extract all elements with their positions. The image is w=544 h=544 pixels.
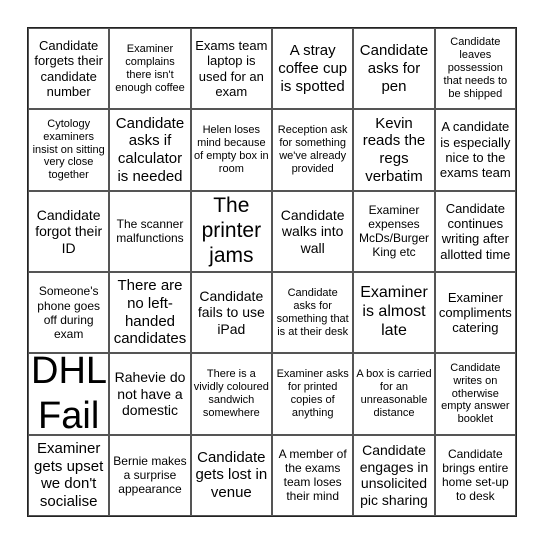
- bingo-cell[interactable]: The scanner malfunctions: [109, 190, 191, 272]
- bingo-cell-text: Candidate leaves possession that needs t…: [443, 36, 508, 101]
- bingo-cell[interactable]: Examiner gets upset we don't socialise: [28, 434, 110, 516]
- bingo-cell-text: Kevin reads the regs verbatim: [362, 114, 426, 185]
- bingo-cell[interactable]: Candidate engages in unsolicited pic sha…: [353, 434, 435, 516]
- bingo-cell[interactable]: DHL Fail: [28, 353, 110, 435]
- bingo-cell[interactable]: There are no left-handed candidates: [109, 272, 191, 354]
- bingo-cell-text: Examiner asks for printed copies of anyt…: [276, 368, 349, 419]
- bingo-cell-text: Candidate asks for something that is at …: [276, 286, 349, 338]
- bingo-cell[interactable]: Examiner compliments catering: [434, 272, 516, 354]
- bingo-cell-text: There is a vividly coloured sandwich som…: [193, 368, 269, 419]
- bingo-cell-text: Candidate gets lost in venue: [195, 448, 268, 502]
- bingo-cell-text: Candidate forgets their candidate number: [34, 38, 103, 99]
- bingo-cell[interactable]: Rahevie do not have a domestic: [109, 353, 191, 435]
- bingo-cell[interactable]: A stray coffee cup is spotted: [272, 28, 354, 110]
- bingo-cell-text: The printer jams: [201, 194, 262, 267]
- bingo-cell-text: Candidate continues writing after allott…: [440, 200, 511, 262]
- bingo-cell-text: Examiner expenses McDs/Burger King etc: [358, 203, 429, 260]
- bingo-cell[interactable]: Candidate asks for pen: [353, 28, 435, 110]
- bingo-cell[interactable]: Candidate walks into wall: [272, 190, 354, 272]
- bingo-cell-text: Candidate fails to use iPad: [197, 287, 265, 337]
- bingo-cell-text: A member of the exams team loses their m…: [278, 447, 347, 504]
- bingo-cell-text: The scanner malfunctions: [116, 217, 184, 246]
- bingo-cell-text: Candidate brings entire home set-up to d…: [441, 447, 509, 504]
- bingo-cell-text: Someone's phone goes off during exam: [37, 284, 101, 341]
- bingo-cell-text: Candidate asks for pen: [359, 42, 429, 95]
- bingo-cell[interactable]: Bernie makes a surprise appearance: [109, 434, 191, 516]
- bingo-cell-text: Candidate asks if calculator is needed: [115, 114, 185, 185]
- bingo-cell-text: Candidate walks into wall: [280, 206, 345, 256]
- bingo-cell[interactable]: Candidate forgot their ID: [28, 190, 110, 272]
- bingo-cell[interactable]: Candidate asks if calculator is needed: [109, 109, 191, 191]
- bingo-cell[interactable]: Candidate asks for something that is at …: [272, 272, 354, 354]
- bingo-cell[interactable]: Cytology examiners insist on sitting ver…: [28, 109, 110, 191]
- bingo-cell-text: A candidate is especially nice to the ex…: [439, 119, 511, 181]
- bingo-cell[interactable]: Candidate leaves possession that needs t…: [434, 28, 516, 110]
- bingo-cell[interactable]: Reception ask for something we've alread…: [272, 109, 354, 191]
- bingo-cell-text: Examiner gets upset we don't socialise: [34, 439, 104, 511]
- bingo-cell[interactable]: There is a vividly coloured sandwich som…: [190, 353, 272, 435]
- bingo-cell[interactable]: The printer jams: [190, 190, 272, 272]
- bingo-cell[interactable]: Examiner asks for printed copies of anyt…: [272, 353, 354, 435]
- bingo-cell[interactable]: Examiner complains there isn't enough co…: [109, 28, 191, 110]
- bingo-cell-text: Examiner compliments catering: [438, 289, 512, 336]
- bingo-cell[interactable]: Candidate fails to use iPad: [190, 272, 272, 354]
- bingo-cell[interactable]: Candidate writes on otherwise empty answ…: [434, 353, 516, 435]
- bingo-cell-text: Rahevie do not have a domestic: [114, 369, 186, 419]
- bingo-cell[interactable]: Candidate brings entire home set-up to d…: [434, 434, 516, 516]
- bingo-card: Candidate forgets their candidate number…: [27, 27, 517, 517]
- bingo-cell-text: Exams team laptop is used for an exam: [195, 38, 268, 99]
- bingo-cell[interactable]: Candidate gets lost in venue: [190, 434, 272, 516]
- bingo-cell-text: There are no left-handed candidates: [113, 277, 187, 348]
- bingo-cell-text: Helen loses mind because of empty box in…: [194, 124, 269, 175]
- bingo-cell[interactable]: A candidate is especially nice to the ex…: [434, 109, 516, 191]
- bingo-cell-text: Candidate forgot their ID: [35, 206, 103, 256]
- bingo-cell-text: A stray coffee cup is spotted: [278, 42, 348, 95]
- bingo-cell-text: Examiner complains there isn't enough co…: [115, 42, 185, 94]
- bingo-cell-text: Candidate writes on otherwise empty answ…: [441, 361, 510, 426]
- bingo-cell[interactable]: Candidate continues writing after allott…: [434, 190, 516, 272]
- bingo-cell-text: Candidate engages in unsolicited pic sha…: [359, 442, 429, 508]
- bingo-cell-text: A box is carried for an unreasonable dis…: [356, 368, 432, 419]
- bingo-cell-text: Bernie makes a surprise appearance: [113, 454, 187, 497]
- bingo-cell[interactable]: Examiner expenses McDs/Burger King etc: [353, 190, 435, 272]
- bingo-cell[interactable]: A member of the exams team loses their m…: [272, 434, 354, 516]
- bingo-cell[interactable]: Kevin reads the regs verbatim: [353, 109, 435, 191]
- bingo-cell-text: Cytology examiners insist on sitting ver…: [32, 117, 105, 182]
- bingo-cell[interactable]: Candidate forgets their candidate number: [28, 28, 110, 110]
- bingo-cell[interactable]: A box is carried for an unreasonable dis…: [353, 353, 435, 435]
- bingo-cell[interactable]: Helen loses mind because of empty box in…: [190, 109, 272, 191]
- bingo-cell[interactable]: Exams team laptop is used for an exam: [190, 28, 272, 110]
- bingo-cell-text: DHL Fail: [31, 353, 108, 435]
- bingo-cell[interactable]: Someone's phone goes off during exam: [28, 272, 110, 354]
- bingo-cell-text: Reception ask for something we've alread…: [277, 124, 348, 175]
- bingo-cell[interactable]: Examiner is almost late: [353, 272, 435, 354]
- bingo-cell-text: Examiner is almost late: [360, 284, 428, 340]
